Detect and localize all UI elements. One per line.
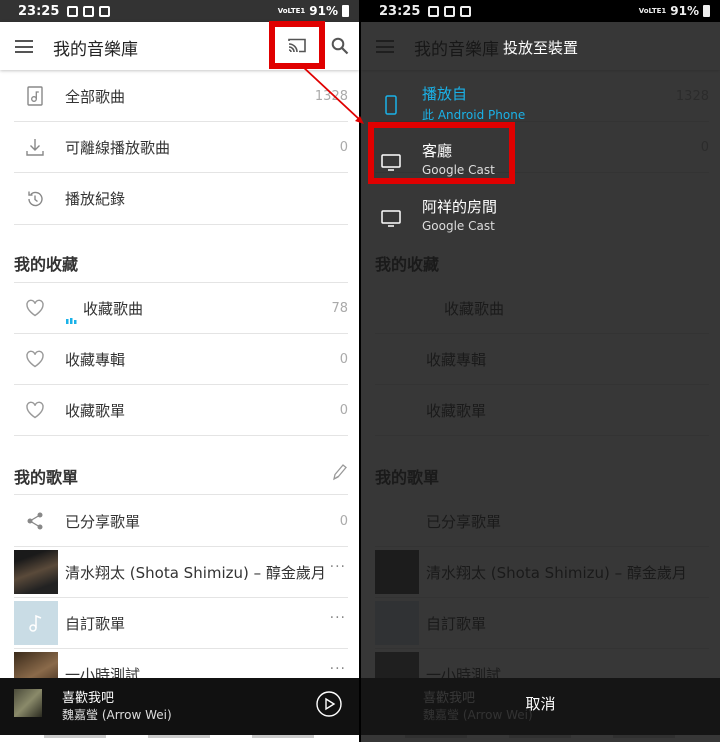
annotation-arrow [301, 65, 364, 124]
